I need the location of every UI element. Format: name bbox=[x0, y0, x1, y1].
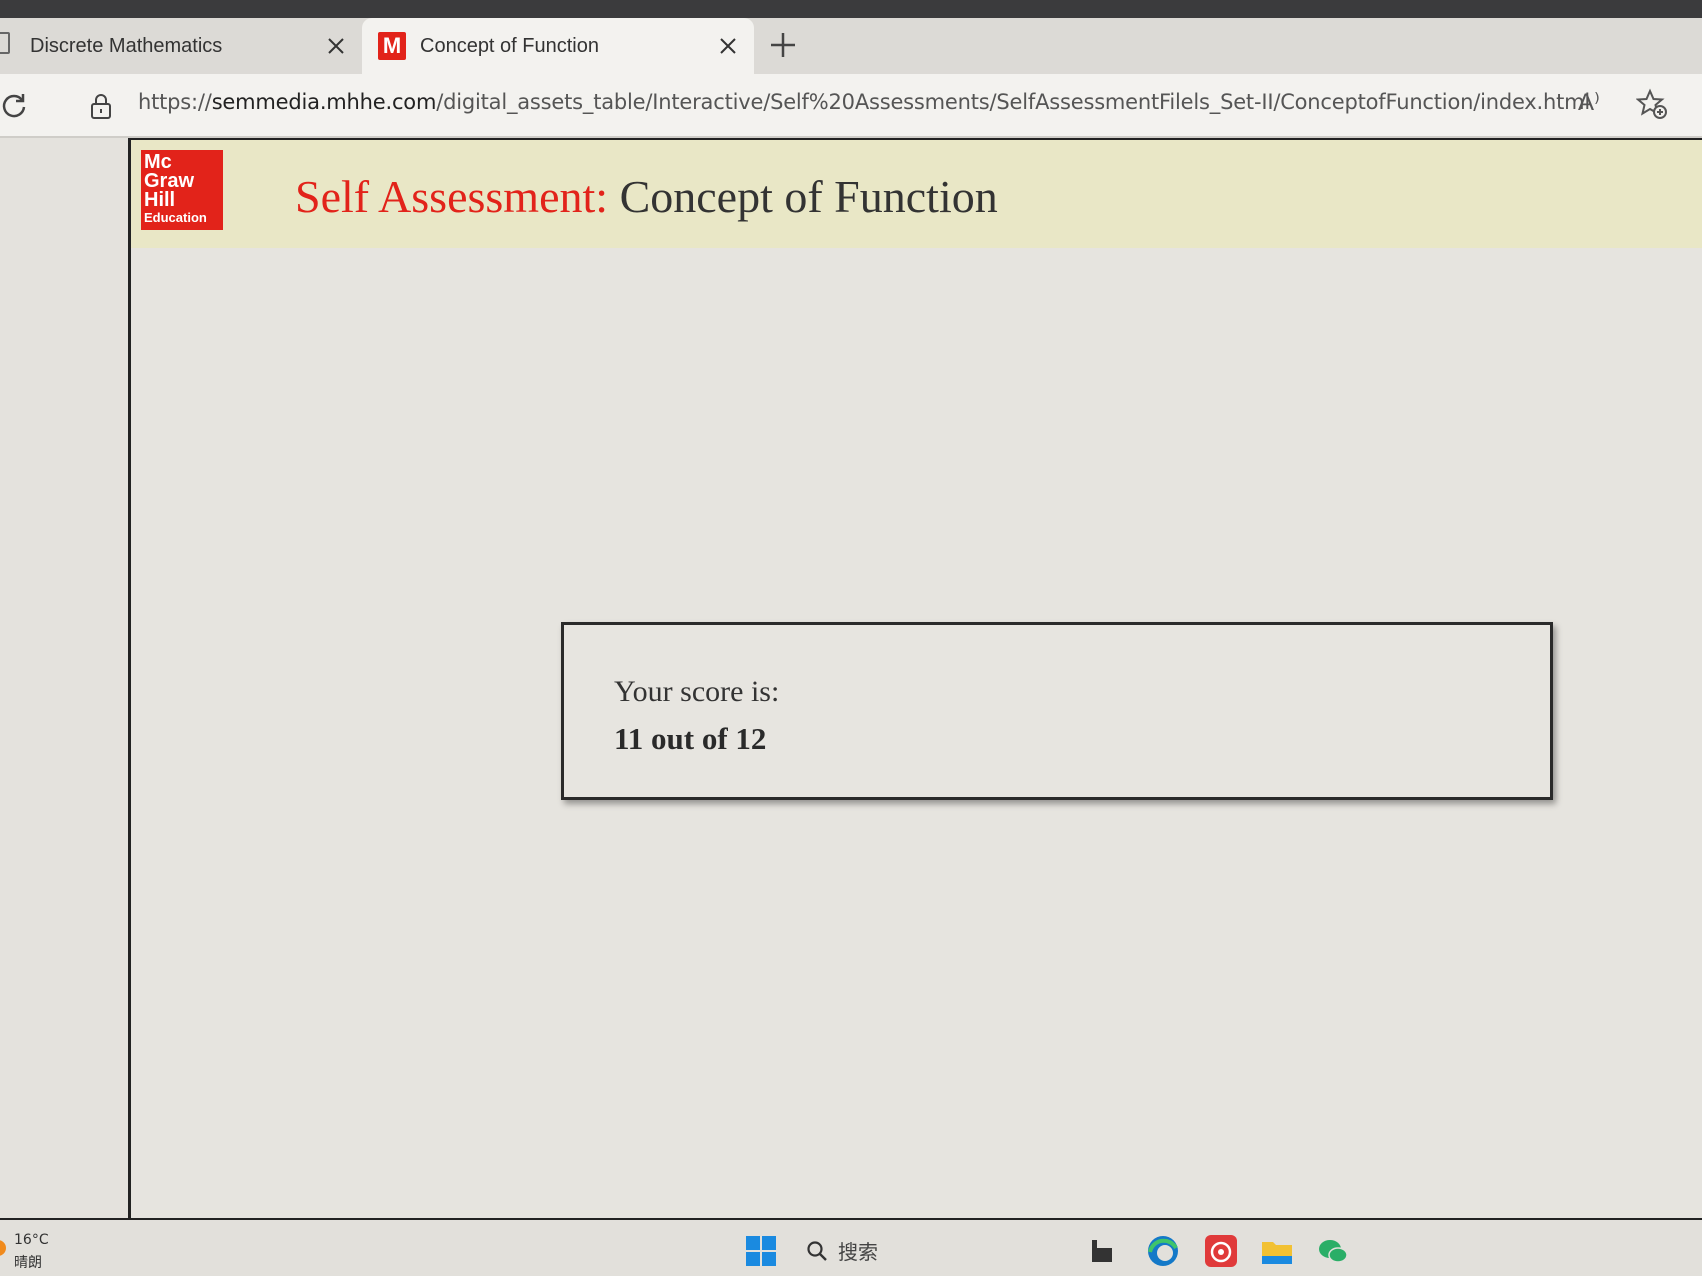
score-box: Your score is: 11 out of 12 bbox=[561, 622, 1553, 800]
document-icon bbox=[0, 32, 10, 54]
reload-icon bbox=[2, 94, 26, 118]
edge-icon[interactable] bbox=[1146, 1234, 1180, 1268]
wechat-icon[interactable] bbox=[1316, 1234, 1350, 1268]
page-header: Mc Graw Hill Education Self Assessment: … bbox=[131, 140, 1702, 248]
url-domain: semmedia.mhhe.com bbox=[211, 90, 437, 114]
lock-icon[interactable] bbox=[88, 92, 114, 120]
logo-line-3: Hill bbox=[144, 189, 176, 211]
add-favorite-icon[interactable] bbox=[1635, 88, 1668, 120]
mcgraw-hill-favicon-icon: M bbox=[378, 32, 406, 60]
url-field[interactable]: https://semmedia.mhhe.com/digital_assets… bbox=[138, 90, 1590, 114]
weather-condition[interactable]: 晴朗 bbox=[14, 1252, 42, 1272]
file-explorer-icon[interactable] bbox=[1260, 1234, 1294, 1268]
tab-discrete-mathematics[interactable]: Discrete Mathematics bbox=[0, 18, 358, 74]
reload-button[interactable] bbox=[0, 92, 28, 120]
logo-line-4: Education bbox=[144, 210, 207, 225]
page-margin bbox=[0, 138, 128, 1218]
close-tab-icon[interactable] bbox=[714, 32, 742, 60]
search-placeholder: 搜索 bbox=[838, 1240, 878, 1264]
tab-title: Concept of Function bbox=[420, 34, 599, 57]
title-prefix: Self Assessment: bbox=[295, 171, 609, 222]
task-view-icon[interactable] bbox=[1088, 1234, 1122, 1268]
netease-music-icon[interactable] bbox=[1204, 1234, 1238, 1268]
mcgraw-hill-logo: Mc Graw Hill Education bbox=[141, 150, 223, 230]
new-tab-button[interactable] bbox=[768, 30, 798, 60]
web-page: Mc Graw Hill Education Self Assessment: … bbox=[128, 138, 1702, 1218]
page-title: Self Assessment: Concept of Function bbox=[295, 170, 998, 223]
screen-top-edge bbox=[0, 0, 1702, 18]
weather-temperature[interactable]: 16°C bbox=[14, 1232, 49, 1248]
read-aloud-icon[interactable]: A⁾ bbox=[1578, 88, 1610, 118]
search-icon bbox=[807, 1240, 827, 1261]
url-prefix: https:// bbox=[138, 90, 212, 114]
tab-title: Discrete Mathematics bbox=[30, 34, 223, 57]
url-path: /digital_assets_table/Interactive/Self%2… bbox=[436, 90, 1591, 114]
taskbar-search[interactable]: 搜索 bbox=[806, 1236, 878, 1265]
score-value: 11 out of 12 bbox=[614, 721, 767, 756]
plus-icon bbox=[771, 33, 795, 57]
close-tab-icon[interactable] bbox=[322, 32, 350, 60]
title-main: Concept of Function bbox=[619, 171, 998, 222]
windows-start-icon[interactable] bbox=[746, 1236, 776, 1266]
tab-concept-of-function[interactable]: M Concept of Function bbox=[362, 18, 754, 74]
score-label: Your score is: bbox=[614, 675, 780, 708]
